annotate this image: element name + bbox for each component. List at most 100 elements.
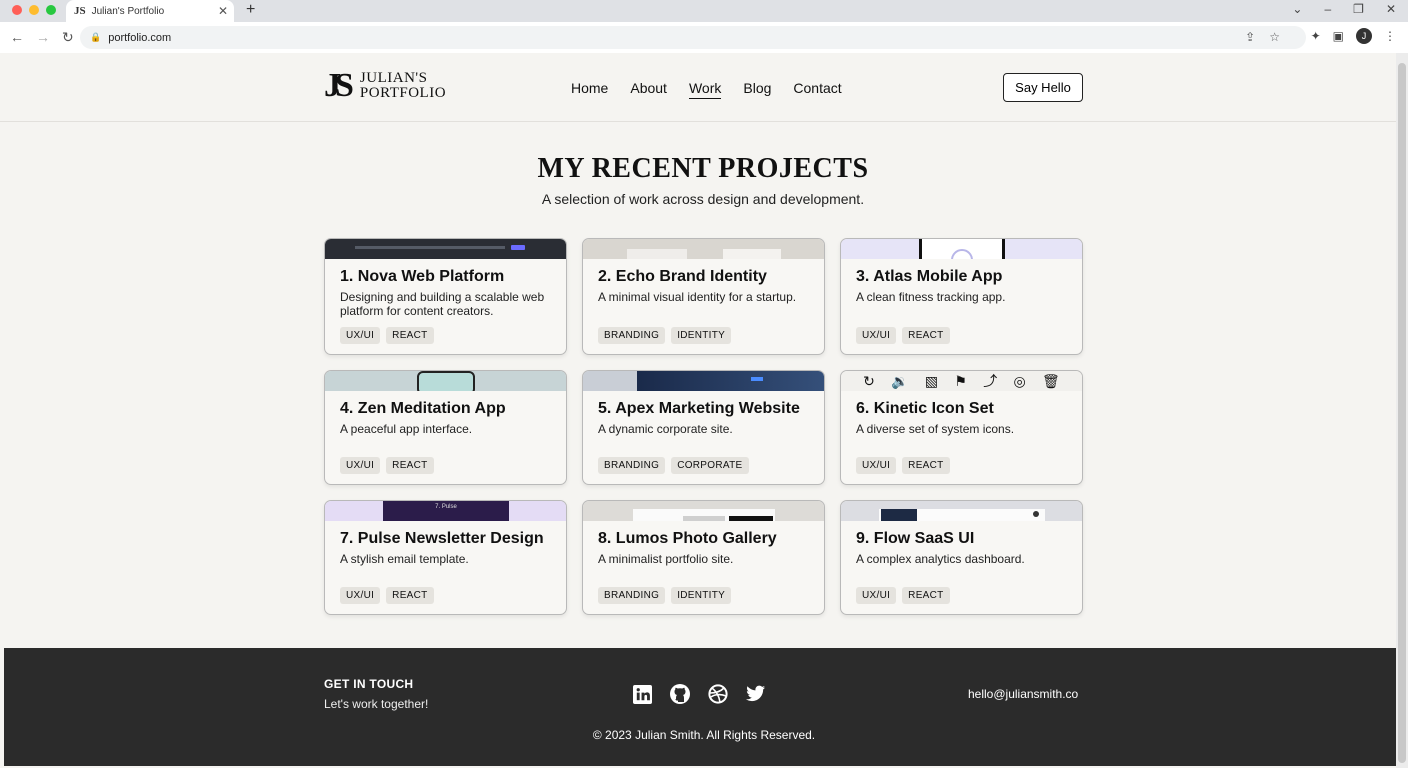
tag: IDENTITY [671, 587, 732, 604]
project-description: A clean fitness tracking app. [856, 290, 1006, 304]
extensions-icon[interactable]: ✦ [1311, 29, 1321, 43]
minimize-window-button[interactable] [29, 5, 39, 15]
tag-list: BRANDING IDENTITY [598, 327, 732, 344]
address-bar-actions: ⇪ ☆ [1245, 30, 1280, 44]
tab-strip: JS Julian's Portfolio ✕ + ⌄ – ❐ ✕ [0, 0, 1408, 22]
tab-search-icon[interactable]: ⌄ [1292, 2, 1302, 16]
project-thumbnail [841, 239, 1082, 259]
project-card-atlas[interactable]: 3. Atlas Mobile App A clean fitness trac… [840, 238, 1083, 355]
project-card-nova[interactable]: 1. Nova Web Platform Designing and build… [324, 238, 567, 355]
footer-email[interactable]: hello@juliansmith.co [968, 687, 1078, 701]
trash-icon: 🗑 [1042, 372, 1060, 389]
tag-list: UX/UI REACT [856, 587, 950, 604]
minimize-icon[interactable]: – [1324, 2, 1331, 16]
project-description: A stylish email template. [340, 552, 469, 566]
main-nav: Home About Work Blog Contact [571, 80, 842, 99]
project-title: 8. Lumos Photo Gallery [598, 530, 777, 547]
extension-icons: ✦ ▣ J ⋮ [1311, 28, 1396, 44]
project-thumbnail [325, 371, 566, 391]
menu-kebab-icon[interactable]: ⋮ [1384, 29, 1396, 43]
side-panel-icon[interactable]: ▣ [1333, 29, 1344, 43]
project-title: 7. Pulse Newsletter Design [340, 530, 544, 547]
tag-list: UX/UI REACT [340, 457, 434, 474]
tag: REACT [902, 587, 950, 604]
maximize-window-button[interactable] [46, 5, 56, 15]
project-card-apex[interactable]: 5. Apex Marketing Website A dynamic corp… [582, 370, 825, 485]
forward-icon[interactable]: → [36, 29, 50, 46]
linkedin-icon[interactable] [632, 684, 652, 704]
nav-blog[interactable]: Blog [743, 80, 771, 99]
project-title: 2. Echo Brand Identity [598, 268, 767, 285]
project-card-zen[interactable]: 4. Zen Meditation App A peaceful app int… [324, 370, 567, 485]
tag: BRANDING [598, 587, 666, 604]
project-description: A complex analytics dashboard. [856, 552, 1025, 566]
github-icon[interactable] [670, 684, 690, 704]
tag: CORPORATE [671, 457, 749, 474]
project-title: 9. Flow SaaS UI [856, 530, 975, 547]
tag: UX/UI [340, 587, 381, 604]
reload-icon[interactable]: ↻ [62, 29, 74, 46]
project-thumbnail: ↻ 🔉 ▧ ⚑ ⤴ ◎ 🗑 [841, 371, 1082, 391]
tab-title: Julian's Portfolio [91, 5, 165, 17]
logo[interactable]: JS JULIAN'S PORTFOLIO [324, 69, 446, 103]
tag-list: UX/UI REACT [856, 327, 950, 344]
say-hello-button[interactable]: Say Hello [1003, 73, 1083, 102]
browser-tab[interactable]: JS Julian's Portfolio ✕ [66, 0, 234, 22]
badge-icon: ◎ [1013, 372, 1026, 389]
project-thumbnail [583, 501, 824, 521]
close-window-button[interactable] [12, 5, 22, 15]
project-description: A peaceful app interface. [340, 422, 473, 436]
page-subtitle: A selection of work across design and de… [541, 191, 865, 207]
project-title: 6. Kinetic Icon Set [856, 400, 994, 417]
nav-work[interactable]: Work [688, 80, 722, 99]
profile-avatar[interactable]: J [1356, 28, 1372, 44]
project-title: 4. Zen Meditation App [340, 400, 506, 417]
tag: REACT [902, 327, 950, 344]
site-header: JS JULIAN'S PORTFOLIO Home About Work Bl… [0, 53, 1396, 122]
social-links [632, 684, 766, 704]
tag-list: UX/UI REACT [340, 327, 434, 344]
tag: UX/UI [340, 457, 381, 474]
project-card-kinetic[interactable]: ↻ 🔉 ▧ ⚑ ⤴ ◎ 🗑 6. Kinetic Icon Set A dive… [840, 370, 1083, 485]
project-description: Designing and building a scalable web pl… [340, 290, 545, 318]
project-thumbnail [583, 239, 824, 259]
nav-home[interactable]: Home [571, 80, 608, 99]
project-card-flow[interactable]: 9. Flow SaaS UI A complex analytics dash… [840, 500, 1083, 615]
new-tab-icon[interactable]: + [246, 1, 255, 19]
tag: REACT [386, 587, 434, 604]
project-thumbnail: 7. Pulse [325, 501, 566, 521]
project-title: 1. Nova Web Platform [340, 268, 505, 285]
scrollbar-thumb[interactable] [1398, 63, 1406, 763]
address-bar[interactable]: 🔒 portfolio.com [80, 26, 1306, 49]
restore-icon[interactable]: ❐ [1353, 2, 1364, 16]
tag: IDENTITY [671, 327, 732, 344]
back-icon[interactable]: ← [10, 29, 24, 46]
footer-heading: GET IN TOUCH [324, 677, 414, 691]
project-description: A diverse set of system icons. [856, 422, 1015, 436]
project-card-echo[interactable]: 2. Echo Brand Identity A minimal visual … [582, 238, 825, 355]
tag-list: BRANDING IDENTITY [598, 587, 732, 604]
window-controls [12, 5, 56, 15]
project-card-lumos[interactable]: 8. Lumos Photo Gallery A minimalist port… [582, 500, 825, 615]
share-icon[interactable]: ⇪ [1245, 30, 1255, 44]
footer-copyright: © 2023 Julian Smith. All Rights Reserved… [592, 728, 816, 742]
tag: REACT [386, 327, 434, 344]
favicon-icon: JS [74, 5, 86, 17]
close-icon[interactable]: ✕ [1386, 2, 1396, 16]
project-thumbnail [841, 501, 1082, 521]
nav-about[interactable]: About [630, 80, 667, 99]
tab-close-icon[interactable]: ✕ [218, 4, 228, 18]
twitter-icon[interactable] [746, 684, 766, 704]
dribbble-icon[interactable] [708, 684, 728, 704]
runner-icon: ⚑ [954, 372, 967, 389]
project-thumbnail [325, 239, 566, 259]
nav-contact[interactable]: Contact [793, 80, 841, 99]
page-scrollbar[interactable] [1396, 53, 1408, 768]
project-title: 3. Atlas Mobile App [856, 268, 1003, 285]
tag: UX/UI [340, 327, 381, 344]
footer-subtext: Let's work together! [324, 697, 429, 711]
tag: REACT [902, 457, 950, 474]
bookmark-star-icon[interactable]: ☆ [1269, 30, 1280, 44]
project-card-pulse[interactable]: 7. Pulse 7. Pulse Newsletter Design A st… [324, 500, 567, 615]
project-description: A dynamic corporate site. [598, 422, 733, 436]
